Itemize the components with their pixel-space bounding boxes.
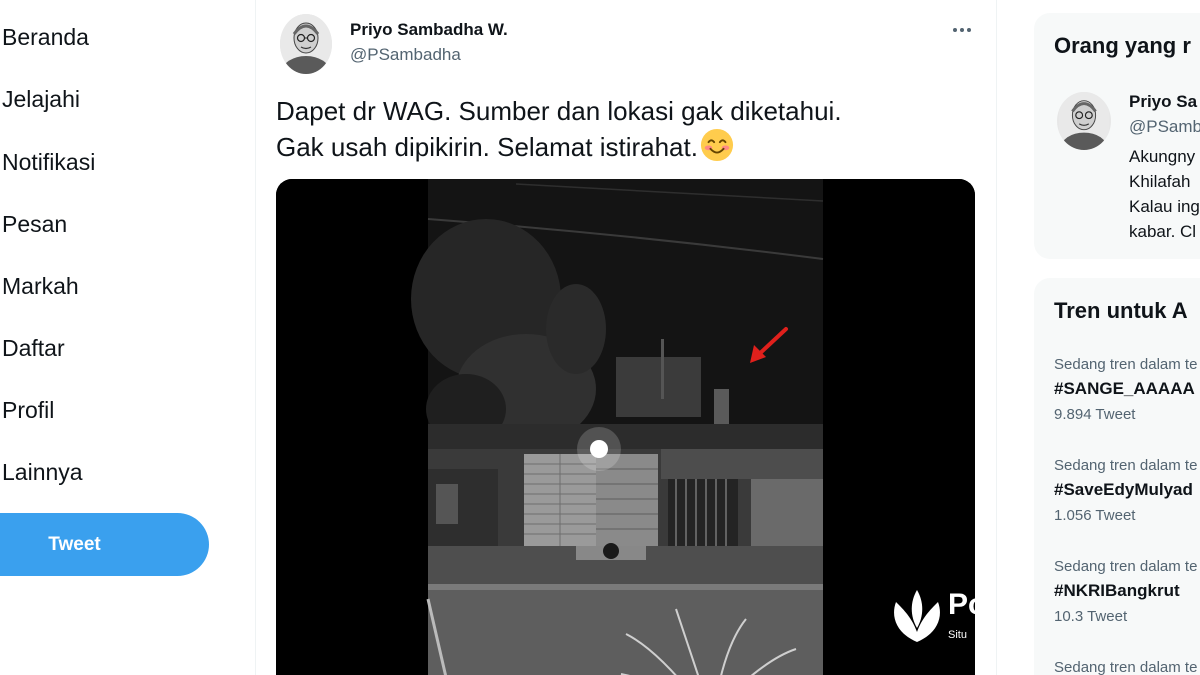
tweet-media-photo[interactable] [276, 179, 975, 675]
suggested-user-name[interactable]: Priyo Sa [1129, 92, 1197, 112]
trends-title: Tren untuk A [1054, 298, 1188, 323]
suggested-user-avatar[interactable] [1057, 92, 1111, 150]
suggested-user-bio-line: Khilafah [1129, 172, 1191, 191]
nav-item-jelajahi[interactable]: Jelajahi [2, 86, 80, 113]
nav-item-beranda[interactable]: Beranda [2, 24, 89, 51]
author-handle[interactable]: @PSambadha [350, 45, 461, 65]
nav-item-markah[interactable]: Markah [2, 273, 79, 300]
suggested-user-bio-line: kabar. Cl [1129, 222, 1197, 241]
tweet-detail: Priyo Sambadha W. @PSambadha Dapet dr WA… [256, 0, 996, 675]
who-to-follow-card: Orang yang r Priyo Sa @PSamb Akungny Khi… [1034, 13, 1200, 259]
nav-item-lainnya[interactable]: Lainnya [2, 459, 83, 486]
trend-meta: Sedang tren dalam te [1054, 558, 1198, 575]
trend-item[interactable]: Sedang tren dalam te #SANGE_AAAAA 9.894 … [1054, 356, 1200, 423]
more-horizontal-icon[interactable] [950, 18, 978, 42]
watermark-subtext: Situ [948, 629, 967, 641]
author-avatar[interactable] [280, 14, 332, 74]
watermark-text: Po [948, 588, 987, 621]
trend-meta: Sedang tren dalam te [1054, 356, 1198, 373]
nav-item-notifikasi[interactable]: Notifikasi [2, 149, 95, 176]
tweet-button[interactable]: Tweet [0, 513, 209, 576]
tweet-text-line: Dapet dr WAG. Sumber dan lokasi gak dike… [276, 96, 842, 126]
more-dots-icon [953, 28, 971, 32]
suggested-user-handle[interactable]: @PSamb [1129, 117, 1200, 137]
trend-item[interactable]: Sedang tren dalam te [1054, 659, 1200, 675]
trend-hashtag: #SaveEdyMulyad [1054, 480, 1193, 499]
nav-item-daftar[interactable]: Daftar [2, 335, 65, 362]
who-to-follow-title: Orang yang r [1054, 33, 1191, 58]
tweet-text: Dapet dr WAG. Sumber dan lokasi gak dike… [276, 94, 956, 164]
night-cctv-photo [276, 179, 975, 675]
leaf-logo-icon [894, 590, 940, 642]
nav-item-pesan[interactable]: Pesan [2, 211, 67, 238]
tweet-text-line-with-emoji: Gak usah dipikirin. Selamat istirahat. [276, 128, 956, 164]
author-name[interactable]: Priyo Sambadha W. [350, 20, 508, 40]
nav-item-profil[interactable]: Profil [2, 397, 54, 424]
suggested-user-bio-line: Kalau ing [1129, 197, 1200, 216]
trend-meta: Sedang tren dalam te [1054, 659, 1198, 675]
trend-count: 1.056 Tweet [1054, 507, 1136, 524]
avatar-portrait-icon [1058, 92, 1110, 150]
site-watermark: Po Situ [888, 588, 1200, 648]
trend-meta: Sedang tren dalam te [1054, 457, 1198, 474]
trend-item[interactable]: Sedang tren dalam te #SaveEdyMulyad 1.05… [1054, 457, 1200, 524]
trend-hashtag: #SANGE_AAAAA [1054, 379, 1195, 398]
suggested-user-bio-line: Akungny [1129, 147, 1196, 166]
smiling-face-emoji-icon [700, 128, 734, 162]
sidebar-nav: Beranda Jelajahi Notifikasi Pesan Markah… [0, 0, 256, 675]
divider [996, 0, 997, 675]
trend-count: 9.894 Tweet [1054, 406, 1136, 423]
avatar-portrait-icon [280, 14, 332, 74]
tweet-text-line: Gak usah dipikirin. Selamat istirahat. [276, 132, 698, 162]
